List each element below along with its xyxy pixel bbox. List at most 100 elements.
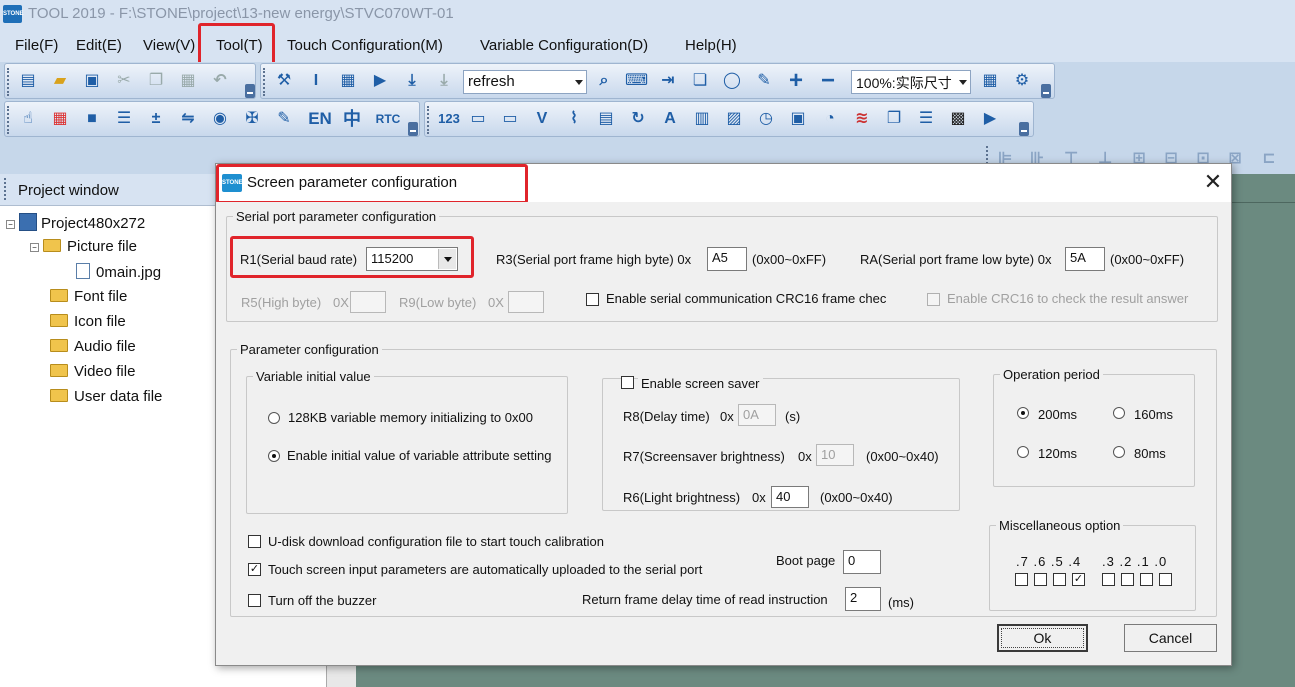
list-icon[interactable]: ☰ bbox=[113, 108, 135, 130]
zoom-out-icon[interactable]: − bbox=[817, 69, 839, 93]
ok-button[interactable]: Ok bbox=[997, 624, 1088, 652]
text-icon[interactable]: I bbox=[305, 70, 327, 92]
r7-input[interactable]: 10 bbox=[816, 444, 854, 466]
tree-item-audio-file[interactable]: Audio file bbox=[50, 338, 136, 355]
radio-80ms[interactable] bbox=[1113, 446, 1125, 458]
menu-file[interactable]: File(F) bbox=[15, 37, 58, 54]
paste-icon[interactable]: ▦ bbox=[177, 70, 199, 92]
toolbar-options-icon[interactable] bbox=[1041, 84, 1051, 98]
same-size-icon[interactable]: ⊏ bbox=[1258, 148, 1280, 170]
data-icon[interactable]: ▥ bbox=[691, 108, 713, 130]
curve-icon[interactable]: ⌇ bbox=[563, 108, 585, 130]
tools-icon[interactable]: ⚒ bbox=[273, 70, 295, 92]
collapse-icon[interactable]: − bbox=[30, 243, 39, 252]
copy-pages-icon[interactable]: ❐ bbox=[883, 108, 905, 130]
tree-item-font-file[interactable]: Font file bbox=[50, 288, 127, 305]
open-folder-icon[interactable]: ▰ bbox=[49, 70, 71, 92]
button-grid-icon[interactable]: ▦ bbox=[49, 108, 71, 130]
baud-rate-select[interactable]: 115200 bbox=[366, 247, 458, 271]
zoom-icon[interactable]: ◯ bbox=[721, 70, 743, 92]
toolbar-options-icon[interactable] bbox=[1019, 122, 1029, 136]
toolbar-options-icon[interactable] bbox=[245, 84, 255, 98]
menu-variable-configuration[interactable]: Variable Configuration(D) bbox=[480, 37, 648, 54]
font-icon[interactable]: A bbox=[659, 108, 681, 130]
radio-160ms[interactable] bbox=[1113, 407, 1125, 419]
screen-saver-checkbox[interactable] bbox=[621, 376, 634, 389]
ra-input[interactable]: 5A bbox=[1065, 247, 1105, 271]
radio-200ms[interactable] bbox=[1017, 407, 1029, 419]
clock-icon[interactable]: ◷ bbox=[755, 108, 777, 130]
copy-icon[interactable]: ❐ bbox=[145, 70, 167, 92]
save-icon[interactable]: ▣ bbox=[81, 70, 103, 92]
export-icon[interactable]: ⇥ bbox=[657, 70, 679, 92]
r8-input[interactable]: 0A bbox=[738, 404, 776, 426]
cut-icon[interactable]: ✂ bbox=[113, 70, 135, 92]
wrench-icon[interactable]: ✠ bbox=[241, 108, 263, 130]
tree-root[interactable]: − Project480x272 bbox=[6, 213, 145, 232]
misc-bit1-checkbox[interactable] bbox=[1140, 573, 1153, 586]
radio-120ms[interactable] bbox=[1017, 446, 1029, 458]
toolbar-grip[interactable] bbox=[7, 68, 10, 96]
menu-edit[interactable]: Edit(E) bbox=[76, 37, 122, 54]
menu-touch-configuration[interactable]: Touch Configuration(M) bbox=[287, 37, 443, 54]
image-icon[interactable]: ▨ bbox=[723, 108, 745, 130]
number-display-icon[interactable]: 123 bbox=[435, 108, 463, 130]
video-icon[interactable]: ▶ bbox=[979, 108, 1001, 130]
download-disabled-icon[interactable]: ⤓ bbox=[433, 70, 455, 92]
misc-bit5-checkbox[interactable] bbox=[1053, 573, 1066, 586]
waveform-icon[interactable]: ≋ bbox=[851, 108, 873, 130]
r6-input[interactable]: 40 bbox=[771, 486, 809, 508]
touch-upload-checkbox[interactable]: ✓ bbox=[248, 563, 261, 576]
r5-input[interactable] bbox=[350, 291, 386, 313]
rotate-icon[interactable]: ↻ bbox=[627, 108, 649, 130]
windows-icon[interactable]: ❏ bbox=[689, 70, 711, 92]
rtc-icon[interactable]: RTC bbox=[373, 108, 403, 130]
menu-view[interactable]: View(V) bbox=[143, 37, 195, 54]
page-icon[interactable]: ▶ bbox=[369, 70, 391, 92]
collapse-icon[interactable]: − bbox=[6, 220, 15, 229]
toolbar-options-icon[interactable] bbox=[408, 122, 418, 136]
misc-bit6-checkbox[interactable] bbox=[1034, 573, 1047, 586]
misc-bit0-checkbox[interactable] bbox=[1159, 573, 1172, 586]
eyedropper-icon[interactable]: ✎ bbox=[753, 70, 775, 92]
bar-icon[interactable]: ▤ bbox=[595, 108, 617, 130]
undo-icon[interactable]: ↶ bbox=[209, 70, 231, 92]
tree-item-video-file[interactable]: Video file bbox=[50, 363, 135, 380]
increment-icon[interactable]: ± bbox=[145, 108, 167, 130]
settings-icon[interactable]: ⚙ bbox=[1011, 70, 1033, 92]
menu-tool[interactable]: Tool(T) bbox=[216, 37, 263, 54]
slider-icon[interactable]: ⇋ bbox=[177, 108, 199, 130]
zh-language-icon[interactable]: 中 bbox=[341, 108, 363, 130]
radio-128kb[interactable] bbox=[268, 412, 280, 424]
preview-icon[interactable]: ⌕ bbox=[593, 70, 615, 92]
panel-grip[interactable] bbox=[4, 178, 7, 200]
en-language-icon[interactable]: EN bbox=[305, 108, 335, 130]
edit-icon[interactable]: ✎ bbox=[273, 108, 295, 130]
rectangle-icon[interactable]: ■ bbox=[81, 108, 103, 130]
tree-item-main-jpg[interactable]: 0main.jpg bbox=[76, 263, 161, 281]
misc-bit7-checkbox[interactable] bbox=[1015, 573, 1028, 586]
toolbar-grip[interactable] bbox=[263, 68, 266, 96]
download-icon[interactable]: ⤓ bbox=[401, 70, 423, 92]
radio-attribute-setting[interactable] bbox=[268, 450, 280, 462]
qr-code-icon[interactable]: ▩ bbox=[947, 108, 969, 130]
udisk-checkbox[interactable] bbox=[248, 535, 261, 548]
menu-help[interactable]: Help(H) bbox=[685, 37, 737, 54]
timer-icon[interactable]: ◔ bbox=[819, 108, 841, 130]
delay-input[interactable]: 2 bbox=[845, 587, 881, 611]
calculator-icon[interactable]: ▦ bbox=[979, 70, 1001, 92]
screen-keyboard-icon[interactable]: ⌨ bbox=[625, 70, 648, 92]
zoom-combo[interactable]: 100%:实际尺寸 bbox=[851, 70, 971, 94]
buzzer-checkbox[interactable] bbox=[248, 594, 261, 607]
misc-bit3-checkbox[interactable] bbox=[1102, 573, 1115, 586]
toolbar-grip[interactable] bbox=[427, 106, 430, 134]
hand-pointer-icon[interactable]: ☝ bbox=[17, 108, 39, 130]
text-display-icon[interactable]: ▭ bbox=[467, 108, 489, 130]
text-display-alt-icon[interactable]: ▭ bbox=[499, 108, 521, 130]
crc16-result-checkbox[interactable] bbox=[927, 293, 940, 306]
tree-item-picture-file[interactable]: − Picture file bbox=[30, 238, 137, 255]
variable-icon[interactable]: V bbox=[531, 108, 553, 130]
display-icon[interactable]: ▣ bbox=[787, 108, 809, 130]
tree-item-user-data-file[interactable]: User data file bbox=[50, 388, 162, 405]
tree-item-icon-file[interactable]: Icon file bbox=[50, 313, 126, 330]
